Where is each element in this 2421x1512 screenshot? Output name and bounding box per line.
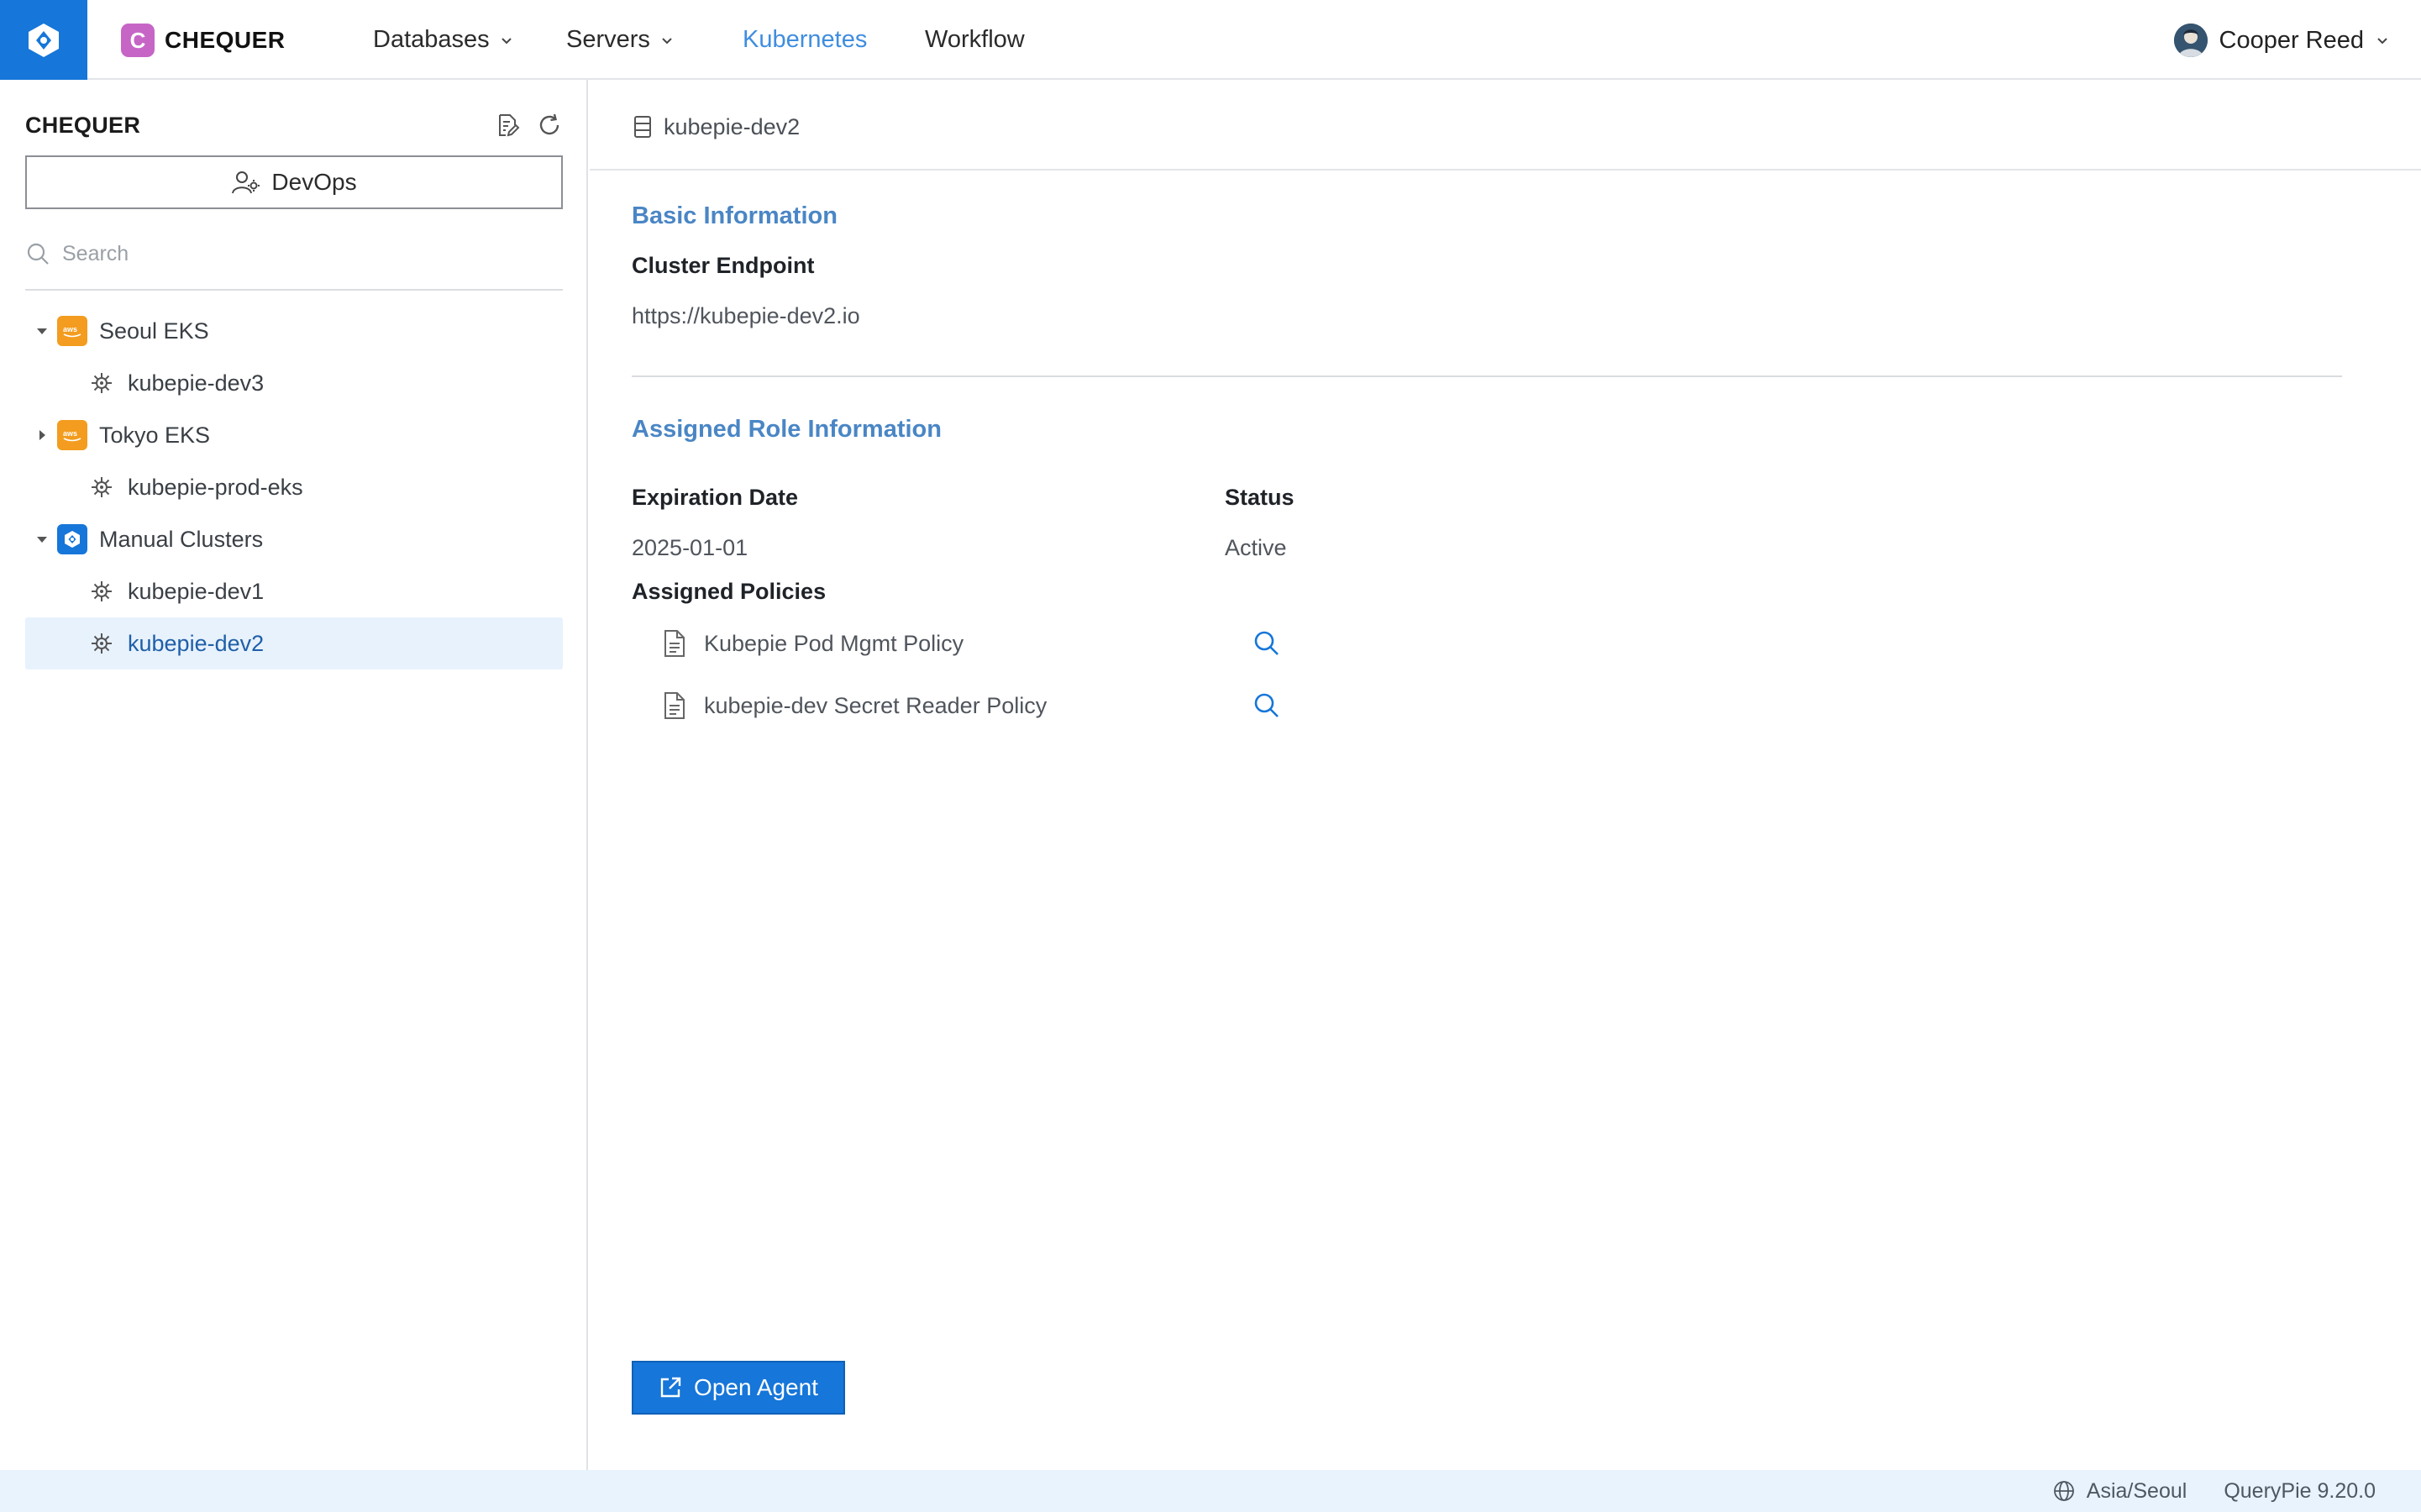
- organization-brand: C CHEQUER: [121, 24, 286, 57]
- chevron-down-icon: [2377, 38, 2387, 45]
- querypie-icon: [57, 524, 87, 554]
- caret-right-icon[interactable]: [34, 427, 50, 444]
- basic-information-title: Basic Information: [632, 202, 838, 229]
- edit-document-icon[interactable]: [494, 112, 521, 139]
- tree-item-kubepie-dev2[interactable]: kubepie-dev2: [25, 617, 563, 669]
- tree-group-label: Tokyo EKS: [99, 422, 211, 448]
- header-divider: [590, 169, 2421, 171]
- breadcrumb: kubepie-dev2: [633, 110, 800, 144]
- tree-group-label: Manual Clusters: [99, 526, 264, 552]
- tree-item-label: kubepie-dev3: [128, 370, 265, 396]
- breadcrumb-cluster-name: kubepie-dev2: [664, 113, 801, 139]
- section-divider: [632, 375, 2342, 377]
- policy-row: Kubepie Pod Mgmt Policy: [662, 622, 1300, 664]
- organization-badge: C: [121, 24, 155, 57]
- nav-databases[interactable]: Databases: [373, 0, 566, 80]
- globe-icon: [2053, 1481, 2074, 1501]
- main-nav: Databases Servers Kubernetes Workflow: [373, 0, 1051, 80]
- cluster-tree: aws Seoul EKS kubepie-dev3 aws Tokyo EKS: [25, 305, 563, 669]
- document-icon: [664, 692, 685, 719]
- user-role-icon: [232, 171, 260, 194]
- nav-databases-label: Databases: [373, 26, 490, 53]
- sidebar-header: CHEQUER: [25, 108, 563, 142]
- user-menu[interactable]: Cooper Reed: [2173, 22, 2390, 59]
- external-link-icon: [660, 1377, 681, 1398]
- sidebar-actions: [494, 112, 563, 139]
- nav-servers-label: Servers: [566, 26, 650, 53]
- assigned-role-information-title: Assigned Role Information: [632, 416, 942, 443]
- sidebar-search: [25, 218, 563, 291]
- status-value: Active: [1225, 535, 1287, 560]
- top-navigation-bar: C CHEQUER Databases Servers Kubernetes W…: [0, 0, 2421, 80]
- status-label: Status: [1225, 485, 1295, 510]
- timezone-indicator[interactable]: Asia/Seoul: [2053, 1479, 2187, 1504]
- search-icon: [27, 243, 49, 265]
- server-icon: [634, 116, 651, 138]
- tree-item-label: kubepie-dev1: [128, 578, 265, 604]
- aws-icon: aws: [57, 420, 87, 450]
- tree-item-kubepie-prod-eks[interactable]: kubepie-prod-eks: [25, 461, 563, 513]
- user-avatar: [2173, 24, 2208, 57]
- tree-group-seoul-eks[interactable]: aws Seoul EKS: [25, 305, 563, 357]
- role-select-label: DevOps: [271, 169, 357, 195]
- kubernetes-icon: [92, 477, 112, 497]
- tree-item-label: kubepie-prod-eks: [128, 474, 303, 500]
- expiration-date-value: 2025-01-01: [632, 535, 748, 560]
- aws-icon: aws: [57, 316, 87, 346]
- cluster-endpoint-label: Cluster Endpoint: [632, 253, 815, 278]
- sidebar-title: CHEQUER: [25, 112, 141, 138]
- user-name: Cooper Reed: [2219, 26, 2365, 54]
- expiration-date-label: Expiration Date: [632, 485, 799, 510]
- search-icon[interactable]: [1252, 628, 1282, 659]
- timezone-label: Asia/Seoul: [2086, 1478, 2187, 1503]
- tree-group-manual-clusters[interactable]: Manual Clusters: [25, 513, 563, 565]
- cluster-endpoint-value: https://kubepie-dev2.io: [632, 303, 860, 328]
- chevron-down-icon: [501, 37, 512, 44]
- organization-name: CHEQUER: [165, 27, 286, 53]
- nav-servers[interactable]: Servers: [566, 0, 743, 80]
- open-agent-button[interactable]: Open Agent: [632, 1361, 845, 1415]
- nav-workflow[interactable]: Workflow: [925, 0, 1051, 80]
- caret-down-icon[interactable]: [34, 323, 50, 339]
- nav-workflow-label: Workflow: [925, 26, 1025, 53]
- refresh-icon[interactable]: [536, 112, 563, 139]
- search-icon[interactable]: [1252, 690, 1282, 721]
- cluster-detail-panel: kubepie-dev2 Basic Information Cluster E…: [590, 80, 2421, 1470]
- tree-item-kubepie-dev1[interactable]: kubepie-dev1: [25, 565, 563, 617]
- nav-kubernetes[interactable]: Kubernetes: [743, 0, 925, 80]
- policy-name: Kubepie Pod Mgmt Policy: [704, 630, 964, 656]
- policy-name: kubepie-dev Secret Reader Policy: [704, 692, 1048, 718]
- tree-item-label: kubepie-dev2: [128, 630, 265, 656]
- policy-row: kubepie-dev Secret Reader Policy: [662, 685, 1300, 727]
- kubernetes-icon: [92, 373, 112, 393]
- role-select-button[interactable]: DevOps: [25, 155, 563, 209]
- chevron-down-icon: [662, 37, 672, 44]
- app-version: QueryPie 9.20.0: [2224, 1478, 2376, 1503]
- open-agent-label: Open Agent: [694, 1374, 818, 1400]
- svg-text:aws: aws: [63, 325, 77, 333]
- kubernetes-icon: [92, 581, 112, 601]
- tree-group-label: Seoul EKS: [99, 318, 209, 344]
- status-bar: Asia/Seoul QueryPie 9.20.0: [0, 1470, 2421, 1512]
- caret-down-icon[interactable]: [34, 531, 50, 548]
- document-icon: [664, 630, 685, 657]
- tree-group-tokyo-eks[interactable]: aws Tokyo EKS: [25, 409, 563, 461]
- querypie-logo-icon[interactable]: [0, 0, 87, 80]
- search-input[interactable]: [62, 241, 533, 266]
- cluster-sidebar: CHEQUER DevOps Search aws Seoul EKS kube…: [0, 80, 588, 1470]
- svg-text:aws: aws: [63, 429, 77, 438]
- tree-item-kubepie-dev3[interactable]: kubepie-dev3: [25, 357, 563, 409]
- assigned-policies-label: Assigned Policies: [632, 579, 827, 604]
- nav-kubernetes-label: Kubernetes: [743, 26, 868, 53]
- kubernetes-icon: [92, 633, 112, 654]
